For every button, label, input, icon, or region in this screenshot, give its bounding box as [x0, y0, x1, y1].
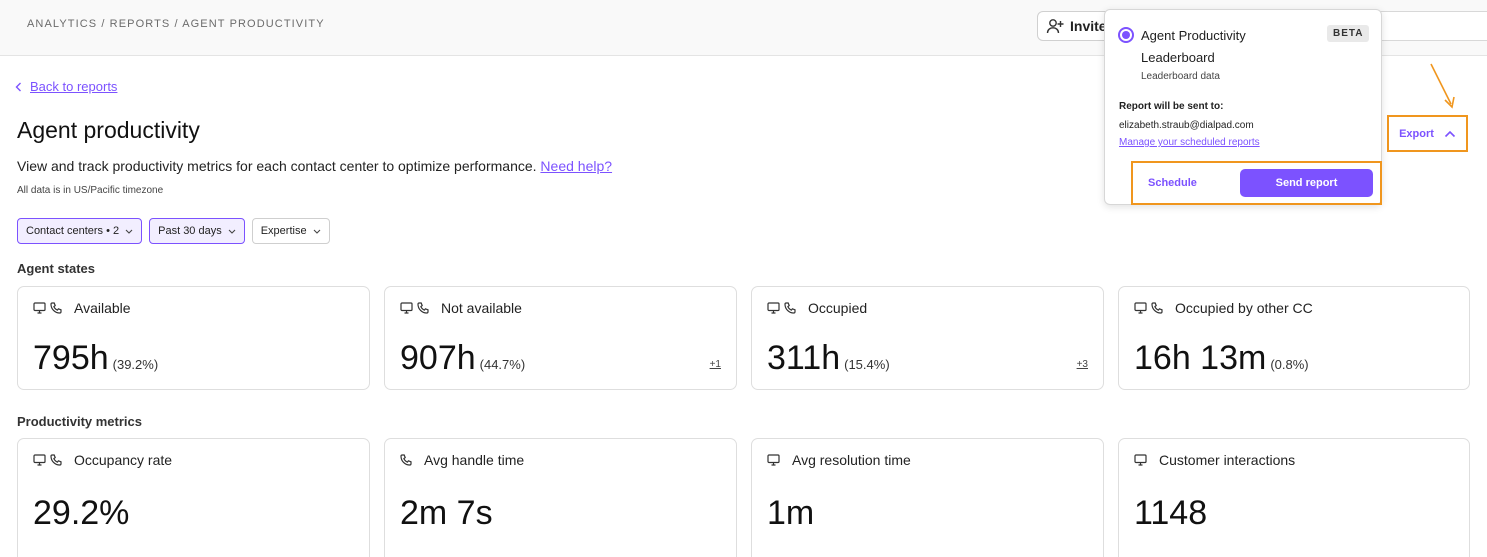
filter-label: Expertise [260, 225, 307, 237]
export-button[interactable]: Export [1387, 115, 1468, 152]
phone-icon [400, 454, 412, 466]
card-value: 29.2% [33, 494, 129, 533]
card-metric: 311h [767, 339, 841, 377]
back-to-reports-link[interactable]: Back to reports [15, 79, 117, 94]
card-value: 1148 [1134, 494, 1207, 533]
filter-date-range[interactable]: Past 30 days [149, 218, 245, 244]
back-link-label: Back to reports [30, 79, 118, 94]
phone-icon [50, 454, 62, 466]
description-text: View and track productivity metrics for … [17, 158, 537, 174]
report-title: Agent Productivity Leaderboard [1141, 28, 1246, 65]
metric-card-occupancy-rate[interactable]: Occupancy rate 29.2% [17, 438, 370, 557]
invite-label: Invite [1070, 18, 1107, 34]
card-metric: 1148 [1134, 494, 1208, 532]
chevron-up-icon [1444, 130, 1456, 138]
card-header: Avg handle time [400, 452, 524, 468]
card-label: Customer interactions [1159, 452, 1296, 468]
card-metric: 29.2% [33, 494, 130, 532]
metric-card-avg-handle-time[interactable]: Avg handle time 2m 7s [384, 438, 737, 557]
phone-icon [417, 302, 429, 314]
monitor-icon [767, 302, 780, 314]
report-subtitle: Leaderboard data [1141, 71, 1220, 82]
card-value: 2m 7s [400, 494, 493, 533]
card-header: Occupancy rate [33, 452, 172, 468]
recipient-email: elizabeth.straub@dialpad.com [1119, 120, 1254, 131]
metric-card-avg-resolution-time[interactable]: Avg resolution time 1m [751, 438, 1104, 557]
annotation-arrow-icon [1430, 63, 1455, 109]
card-label: Available [74, 300, 131, 316]
chevron-left-icon [15, 82, 22, 92]
search-input[interactable] [1370, 11, 1487, 41]
phone-icon [784, 302, 796, 314]
timezone-note: All data is in US/Pacific timezone [17, 185, 164, 196]
monitor-icon [1134, 454, 1147, 466]
card-metric: 16h 13m [1134, 339, 1267, 377]
manage-scheduled-reports-link[interactable]: Manage your scheduled reports [1119, 137, 1260, 148]
sent-to-label: Report will be sent to: [1119, 101, 1224, 112]
card-label: Occupied by other CC [1175, 300, 1313, 316]
card-percent: (15.4%) [844, 357, 890, 372]
card-metric: 2m 7s [400, 494, 493, 532]
card-value: 907h (44.7%) [400, 339, 525, 378]
stat-card-available[interactable]: Available 795h (39.2%) [17, 286, 370, 390]
popover-actions: Schedule Send report [1131, 161, 1382, 205]
page-description: View and track productivity metrics for … [17, 158, 612, 174]
schedule-button[interactable]: Schedule [1148, 177, 1197, 189]
filter-expertise[interactable]: Expertise [251, 218, 330, 244]
breadcrumb: ANALYTICS / REPORTS / AGENT PRODUCTIVITY [27, 18, 325, 30]
card-metric: 1m [767, 494, 815, 532]
card-header: Available [33, 300, 131, 316]
stat-card-occupied[interactable]: Occupied 311h (15.4%) +3 [751, 286, 1104, 390]
card-header: Avg resolution time [767, 452, 911, 468]
more-states-link[interactable]: +3 [1077, 359, 1088, 370]
card-label: Avg resolution time [792, 452, 911, 468]
stat-card-occupied-by-other-cc[interactable]: Occupied by other CC 16h 13m (0.8%) [1118, 286, 1470, 390]
card-value: 16h 13m (0.8%) [1134, 339, 1309, 378]
card-header: Customer interactions [1134, 452, 1295, 468]
more-states-link[interactable]: +1 [710, 359, 721, 370]
card-label: Occupancy rate [74, 452, 173, 468]
card-percent: (44.7%) [479, 357, 526, 372]
filter-label: Contact centers • 2 [26, 225, 120, 237]
section-agent-states: Agent states [17, 261, 96, 276]
card-percent: (39.2%) [112, 357, 159, 372]
card-metric: 907h [400, 339, 476, 377]
card-value: 311h (15.4%) [767, 339, 890, 378]
add-user-icon [1046, 18, 1064, 34]
stat-card-not-available[interactable]: Not available 907h (44.7%) +1 [384, 286, 737, 390]
send-report-button[interactable]: Send report [1240, 169, 1373, 197]
filter-contact-centers[interactable]: Contact centers • 2 [17, 218, 143, 244]
card-label: Occupied [808, 300, 868, 316]
card-value: 1m [767, 494, 814, 533]
card-metric: 795h [33, 339, 109, 377]
monitor-icon [400, 302, 413, 314]
card-header: Occupied by other CC [1134, 300, 1313, 316]
filter-bar: Contact centers • 2 Past 30 days Experti… [17, 218, 330, 244]
monitor-icon [33, 454, 46, 466]
beta-badge: BETA [1327, 25, 1370, 42]
card-value: 795h (39.2%) [33, 339, 158, 378]
phone-icon [1151, 302, 1163, 314]
phone-icon [50, 302, 62, 314]
card-percent: (0.8%) [1270, 357, 1309, 372]
page-title: Agent productivity [17, 117, 200, 143]
need-help-link[interactable]: Need help? [540, 158, 612, 174]
metric-card-customer-interactions[interactable]: Customer interactions 1148 [1118, 438, 1470, 557]
chevron-down-icon [313, 229, 321, 234]
card-label: Avg handle time [424, 452, 525, 468]
card-header: Not available [400, 300, 522, 316]
card-label: Not available [441, 300, 522, 316]
monitor-icon [767, 454, 780, 466]
monitor-icon [33, 302, 46, 314]
chevron-down-icon [228, 229, 236, 234]
export-label: Export [1399, 127, 1434, 140]
report-radio[interactable] [1118, 27, 1134, 43]
filter-label: Past 30 days [158, 225, 222, 237]
card-header: Occupied [767, 300, 867, 316]
monitor-icon [1134, 302, 1147, 314]
export-popover: Agent Productivity Leaderboard BETA Lead… [1104, 9, 1382, 205]
section-productivity-metrics: Productivity metrics [17, 414, 142, 429]
chevron-down-icon [125, 229, 133, 234]
